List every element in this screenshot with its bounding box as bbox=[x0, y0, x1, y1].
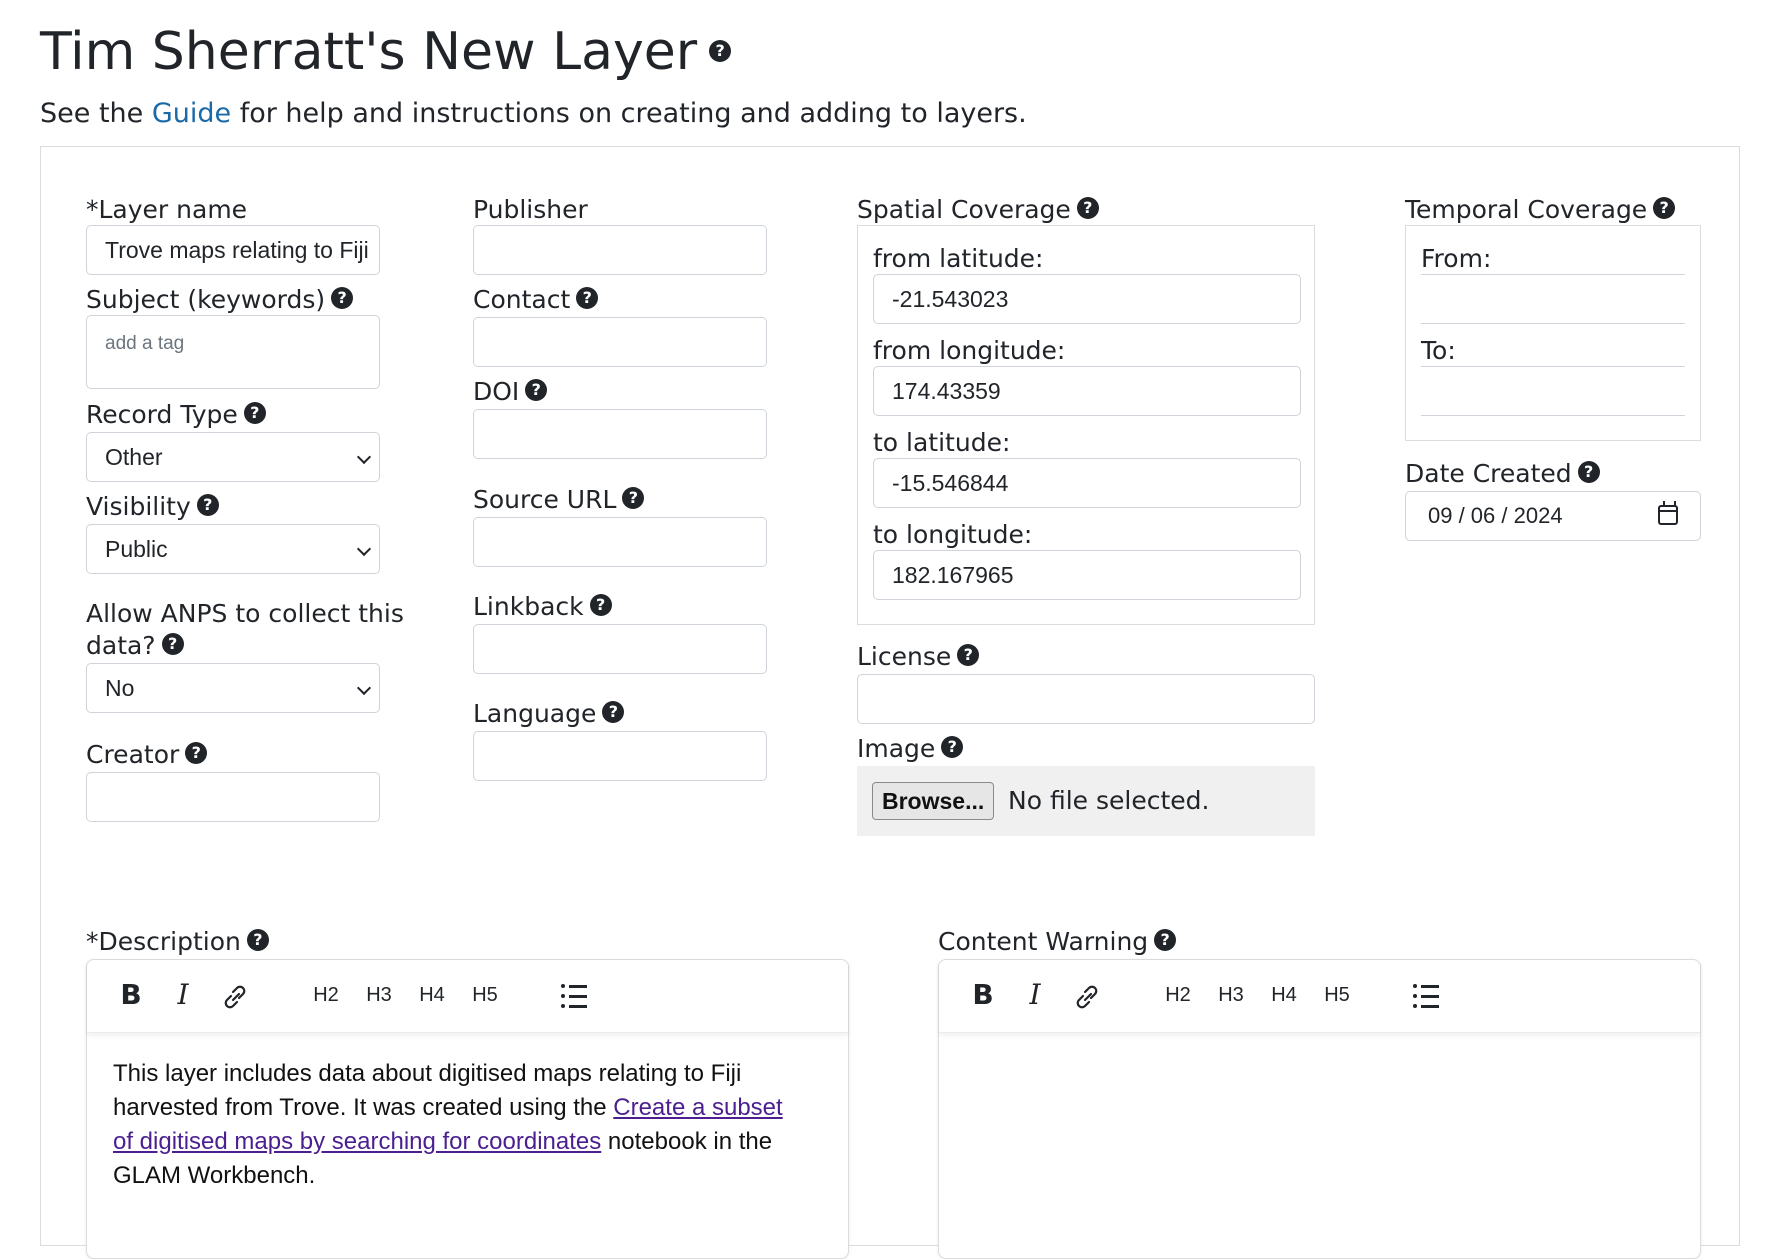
h2-button[interactable]: H2 bbox=[1163, 976, 1193, 1014]
source-url-input[interactable] bbox=[473, 517, 767, 567]
language-input[interactable] bbox=[473, 731, 767, 781]
guide-link[interactable]: Guide bbox=[152, 98, 231, 129]
help-icon[interactable]: ? bbox=[243, 402, 266, 424]
description-label: *Description? bbox=[86, 927, 269, 956]
spatial-coverage-label: Spatial Coverage? bbox=[857, 195, 1099, 224]
italic-button[interactable]: I bbox=[173, 976, 193, 1014]
h2-button[interactable]: H2 bbox=[311, 976, 341, 1014]
temporal-from-label: From: bbox=[1421, 244, 1492, 273]
bullet-list-icon[interactable] bbox=[1413, 984, 1439, 1008]
description-text[interactable]: This layer includes data about digitised… bbox=[113, 1057, 803, 1193]
anps-label: Allow ANPS to collect this bbox=[86, 599, 404, 628]
page-title: Tim Sherratt's New Layer? bbox=[40, 22, 732, 82]
to-latitude-label: to latitude: bbox=[873, 428, 1011, 457]
description-toolbar: B I H2 H3 H4 H5 bbox=[87, 960, 848, 1033]
file-status: No file selected. bbox=[1008, 786, 1210, 815]
publisher-label: Publisher bbox=[473, 195, 588, 224]
layer-name-label: *Layer name bbox=[86, 195, 248, 224]
temporal-from-input[interactable] bbox=[1421, 274, 1685, 324]
image-label: Image? bbox=[857, 734, 964, 763]
to-latitude-input[interactable]: -15.546844 bbox=[873, 458, 1301, 508]
license-label: License? bbox=[857, 642, 980, 671]
to-longitude-input[interactable]: 182.167965 bbox=[873, 550, 1301, 600]
help-icon[interactable]: ? bbox=[709, 40, 732, 62]
bold-button[interactable]: B bbox=[971, 976, 995, 1014]
help-icon[interactable]: ? bbox=[941, 736, 964, 758]
help-icon[interactable]: ? bbox=[622, 487, 645, 509]
bold-button[interactable]: B bbox=[119, 976, 143, 1014]
h4-button[interactable]: H4 bbox=[1269, 976, 1299, 1014]
page-subtitle: See the Guide for help and instructions … bbox=[40, 98, 1027, 129]
from-latitude-input[interactable]: -21.543023 bbox=[873, 274, 1301, 324]
contact-label: Contact? bbox=[473, 285, 599, 314]
content-warning-toolbar: B I H2 H3 H4 H5 bbox=[939, 960, 1700, 1033]
from-latitude-label: from latitude: bbox=[873, 244, 1044, 273]
record-type-select[interactable]: Other bbox=[86, 432, 380, 482]
from-longitude-label: from longitude: bbox=[873, 336, 1066, 365]
help-icon[interactable]: ? bbox=[1653, 197, 1676, 219]
temporal-coverage-box: From: To: bbox=[1405, 225, 1701, 441]
contact-input[interactable] bbox=[473, 317, 767, 367]
spatial-coverage-box: from latitude: -21.543023 from longitude… bbox=[857, 225, 1315, 625]
anps-select[interactable]: No bbox=[86, 663, 380, 713]
temporal-to-label: To: bbox=[1421, 336, 1456, 365]
layer-name-input[interactable]: Trove maps relating to Fiji bbox=[86, 225, 380, 275]
anps-label-line2: data?? bbox=[86, 631, 184, 660]
help-icon[interactable]: ? bbox=[1076, 197, 1099, 219]
browse-button[interactable]: Browse... bbox=[872, 782, 995, 820]
help-icon[interactable]: ? bbox=[161, 633, 184, 655]
publisher-input[interactable] bbox=[473, 225, 767, 275]
content-warning-label: Content Warning? bbox=[938, 927, 1177, 956]
record-type-label: Record Type? bbox=[86, 400, 266, 429]
help-icon[interactable]: ? bbox=[589, 594, 612, 616]
temporal-coverage-label: Temporal Coverage? bbox=[1405, 195, 1676, 224]
help-icon[interactable]: ? bbox=[525, 379, 548, 401]
help-icon[interactable]: ? bbox=[246, 929, 269, 951]
subject-label: Subject (keywords)? bbox=[86, 285, 354, 314]
visibility-label: Visibility? bbox=[86, 492, 219, 521]
date-created-label: Date Created? bbox=[1405, 459, 1600, 488]
link-icon[interactable] bbox=[221, 984, 249, 1010]
creator-label: Creator? bbox=[86, 740, 208, 769]
help-icon[interactable]: ? bbox=[1577, 461, 1600, 483]
bullet-list-icon[interactable] bbox=[561, 984, 587, 1008]
doi-label: DOI? bbox=[473, 377, 548, 406]
h4-button[interactable]: H4 bbox=[417, 976, 447, 1014]
calendar-icon[interactable] bbox=[1658, 501, 1678, 525]
italic-button[interactable]: I bbox=[1025, 976, 1045, 1014]
h5-button[interactable]: H5 bbox=[470, 976, 500, 1014]
link-icon[interactable] bbox=[1073, 984, 1101, 1010]
temporal-to-input[interactable] bbox=[1421, 366, 1685, 416]
creator-input[interactable] bbox=[86, 772, 380, 822]
layer-form-panel: *Layer name Trove maps relating to Fiji … bbox=[40, 146, 1740, 1259]
date-created-input[interactable]: 09 / 06 / 2024 bbox=[1405, 491, 1701, 541]
image-file-input: Browse... No file selected. bbox=[857, 766, 1315, 836]
help-icon[interactable]: ? bbox=[957, 644, 980, 666]
to-longitude-label: to longitude: bbox=[873, 520, 1033, 549]
help-icon[interactable]: ? bbox=[576, 287, 599, 309]
help-icon[interactable]: ? bbox=[196, 494, 219, 516]
from-longitude-input[interactable]: 174.43359 bbox=[873, 366, 1301, 416]
linkback-label: Linkback? bbox=[473, 592, 612, 621]
help-icon[interactable]: ? bbox=[331, 287, 354, 309]
help-icon[interactable]: ? bbox=[1154, 929, 1177, 951]
h5-button[interactable]: H5 bbox=[1322, 976, 1352, 1014]
visibility-select[interactable]: Public bbox=[86, 524, 380, 574]
subject-tag-input[interactable]: add a tag bbox=[86, 315, 380, 389]
doi-input[interactable] bbox=[473, 409, 767, 459]
h3-button[interactable]: H3 bbox=[364, 976, 394, 1014]
help-icon[interactable]: ? bbox=[185, 742, 208, 764]
language-label: Language? bbox=[473, 699, 625, 728]
source-url-label: Source URL? bbox=[473, 485, 645, 514]
description-editor[interactable]: B I H2 H3 H4 H5 This layer includes data… bbox=[86, 959, 849, 1259]
license-input[interactable] bbox=[857, 674, 1315, 724]
content-warning-editor[interactable]: B I H2 H3 H4 H5 bbox=[938, 959, 1701, 1259]
h3-button[interactable]: H3 bbox=[1216, 976, 1246, 1014]
help-icon[interactable]: ? bbox=[602, 701, 625, 723]
linkback-input[interactable] bbox=[473, 624, 767, 674]
